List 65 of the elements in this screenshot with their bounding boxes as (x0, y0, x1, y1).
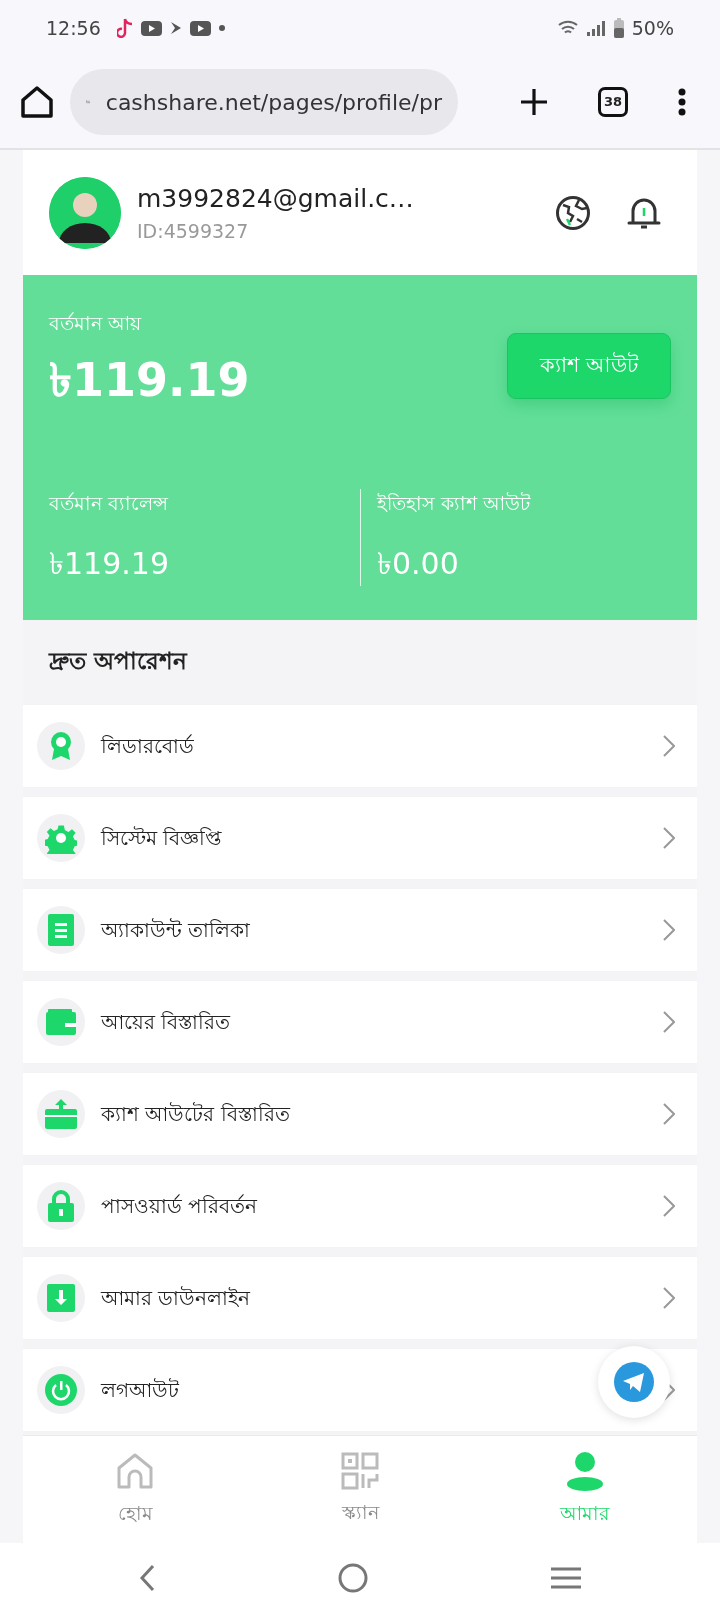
menu-label: লগআউট (101, 1377, 179, 1404)
chevron-right-icon (663, 919, 675, 941)
globe-icon[interactable] (555, 194, 591, 231)
power-icon (45, 1374, 77, 1406)
back-icon[interactable] (139, 1563, 156, 1592)
user-email: m3992824@gmail.c… (137, 182, 414, 215)
arrow-icon (169, 21, 182, 35)
chevron-right-icon (663, 827, 675, 849)
box-upload-icon (45, 1099, 77, 1129)
wifi-icon (557, 20, 578, 36)
tab-count-button[interactable]: 38 (598, 87, 628, 117)
more-options-icon[interactable] (678, 88, 686, 116)
menu-item[interactable]: সিস্টেম বিজ্ঞপ্তি (23, 797, 697, 879)
menu-label: পাসওয়ার্ড পরিবর্তন (101, 1193, 258, 1220)
home-icon (115, 1451, 156, 1492)
battery-percent: 50% (631, 15, 674, 41)
chevron-right-icon (663, 1011, 675, 1033)
menu-label: লিডারবোর্ড (101, 733, 194, 760)
address-bar[interactable]: cashshare.net/pages/profile/pr (70, 69, 458, 135)
menu-item[interactable]: আমার ডাউনলাইন (23, 1257, 697, 1339)
battery-icon (613, 18, 624, 38)
menu-item[interactable]: অ্যাকাউন্ট তালিকা (23, 889, 697, 971)
menu-label: সিস্টেম বিজ্ঞপ্তি (101, 825, 222, 852)
stat-label: বর্তমান ব্যালেন্স (49, 490, 170, 516)
menu-item[interactable]: পাসওয়ার্ড পরিবর্তন (23, 1165, 697, 1247)
home-icon[interactable] (20, 86, 54, 118)
chevron-right-icon (663, 1287, 675, 1309)
section-title: দ্রুত অপারেশন (49, 646, 187, 676)
dot-icon (218, 25, 225, 31)
status-time: 12:56 (46, 15, 101, 41)
stat-value: ৳119.19 (49, 545, 170, 583)
earnings-amount: ৳119.19 (49, 351, 250, 409)
chevron-right-icon (663, 735, 675, 757)
nav-tab[interactable]: হোম (23, 1436, 248, 1543)
menu-label: ক্যাশ আউটের বিস্তারিত (101, 1101, 290, 1128)
document-icon (48, 914, 74, 946)
user-id: ID:4599327 (137, 219, 250, 244)
music-note-icon (116, 18, 133, 38)
wallet-icon (46, 1009, 76, 1035)
stat-label: ইতিহাস ক্যাশ আউট (377, 490, 532, 516)
menu-item[interactable]: লিডারবোর্ড (23, 705, 697, 787)
plus-icon[interactable] (520, 88, 548, 116)
recent-apps-icon[interactable] (550, 1566, 581, 1589)
video-play-icon (140, 20, 162, 36)
menu-label: অ্যাকাউন্ট তালিকা (101, 917, 251, 944)
menu-label: আমার ডাউনলাইন (101, 1285, 251, 1312)
earnings-label: বর্তমান আয় (49, 311, 143, 336)
download-icon (47, 1284, 75, 1312)
person-icon (565, 1451, 604, 1492)
nav-tab[interactable]: স্ক্যান (247, 1436, 473, 1543)
qr-code-icon (341, 1452, 379, 1491)
paper-plane-icon (614, 1362, 654, 1402)
menu-item[interactable]: আয়ের বিস্তারিত (23, 981, 697, 1063)
signal-icon (585, 20, 606, 36)
menu-item[interactable]: ক্যাশ আউটের বিস্তারিত (23, 1073, 697, 1155)
medal-icon (48, 731, 74, 761)
chevron-right-icon (663, 1195, 675, 1217)
url-text: cashshare.net/pages/profile/pr (105, 88, 442, 117)
stat-value: ৳0.00 (377, 545, 460, 583)
home-circle-icon[interactable] (338, 1562, 368, 1593)
lock-icon (48, 1190, 74, 1222)
chevron-right-icon (663, 1103, 675, 1125)
menu-label: আয়ের বিস্তারিত (101, 1009, 231, 1036)
menu-item[interactable]: লগআউট (23, 1349, 697, 1431)
video-play-icon (189, 20, 211, 36)
